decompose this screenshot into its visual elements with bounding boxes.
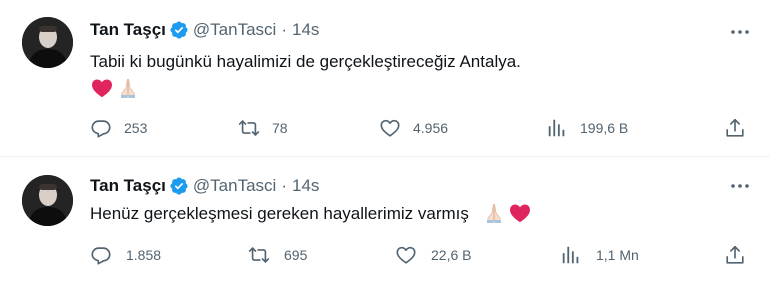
- verified-badge-icon: [169, 176, 189, 196]
- avatar[interactable]: [22, 17, 73, 68]
- author-handle[interactable]: @TanTasci: [193, 20, 276, 40]
- retweet-button[interactable]: 78: [238, 115, 288, 141]
- tweet[interactable]: Tan Taşçı @TanTasci · 14s Tabii ki bugün…: [0, 0, 770, 157]
- tweet-header: Tan Taşçı @TanTasci · 14s: [90, 175, 319, 197]
- retweet-button[interactable]: 695: [248, 242, 307, 268]
- folded-hands-icon: [482, 201, 506, 225]
- verified-badge-icon: [169, 20, 189, 40]
- views-chart-icon: [546, 117, 568, 139]
- more-options-icon[interactable]: [728, 20, 752, 44]
- tweet-text-line: Henüz gerçekleşmesi gereken hayallerimiz…: [90, 201, 532, 227]
- reply-icon: [90, 244, 112, 266]
- separator-dot: ·: [281, 176, 287, 195]
- author-name[interactable]: Tan Taşçı: [90, 176, 166, 196]
- author-name[interactable]: Tan Taşçı: [90, 20, 166, 40]
- more-options-icon[interactable]: [728, 174, 752, 198]
- like-count: 22,6 B: [431, 247, 472, 263]
- tweet[interactable]: Tan Taşçı @TanTasci · 14s Henüz gerçekle…: [0, 157, 770, 281]
- tweet-text: Henüz gerçekleşmesi gereken hayallerimiz…: [90, 204, 469, 223]
- reply-count: 253: [124, 120, 148, 136]
- share-icon[interactable]: [724, 244, 746, 266]
- tweet-emojis: [90, 76, 140, 100]
- tweet-text: Tabii ki bugünkü hayalimizi de gerçekleş…: [90, 52, 521, 71]
- tweet-emojis: [482, 201, 532, 225]
- reply-button[interactable]: 253: [90, 115, 147, 141]
- share-icon[interactable]: [724, 117, 746, 139]
- retweet-count: 695: [284, 247, 308, 263]
- like-count: 4.956: [413, 120, 449, 136]
- like-button[interactable]: 22,6 B: [395, 242, 471, 268]
- heart-icon: [395, 244, 417, 266]
- views-count: 1,1 Mn: [596, 247, 639, 263]
- views-count: 199,6 B: [580, 120, 629, 136]
- views-button[interactable]: 199,6 B: [546, 115, 628, 141]
- avatar[interactable]: [22, 175, 73, 226]
- retweet-icon: [238, 117, 260, 139]
- tweet-feed: Tan Taşçı @TanTasci · 14s Tabii ki bugün…: [0, 0, 770, 281]
- reply-count: 1.858: [126, 247, 162, 263]
- tweet-actions: 253 78 4.956 199,6 B: [0, 115, 770, 141]
- red-heart-icon: [508, 201, 532, 225]
- heart-icon: [379, 117, 401, 139]
- reply-button[interactable]: 1.858: [90, 242, 161, 268]
- red-heart-icon: [90, 76, 114, 100]
- separator-dot: ·: [281, 20, 287, 39]
- tweet-header: Tan Taşçı @TanTasci · 14s: [90, 19, 319, 41]
- timestamp[interactable]: 14s: [292, 176, 319, 196]
- retweet-icon: [248, 244, 270, 266]
- tweet-actions: 1.858 695 22,6 B 1,1 Mn: [0, 242, 770, 268]
- views-button[interactable]: 1,1 Mn: [560, 242, 639, 268]
- author-handle[interactable]: @TanTasci: [193, 176, 276, 196]
- views-chart-icon: [560, 244, 582, 266]
- folded-hands-icon: [116, 76, 140, 100]
- retweet-count: 78: [272, 120, 288, 136]
- timestamp[interactable]: 14s: [292, 20, 319, 40]
- like-button[interactable]: 4.956: [379, 115, 448, 141]
- reply-icon: [90, 117, 112, 139]
